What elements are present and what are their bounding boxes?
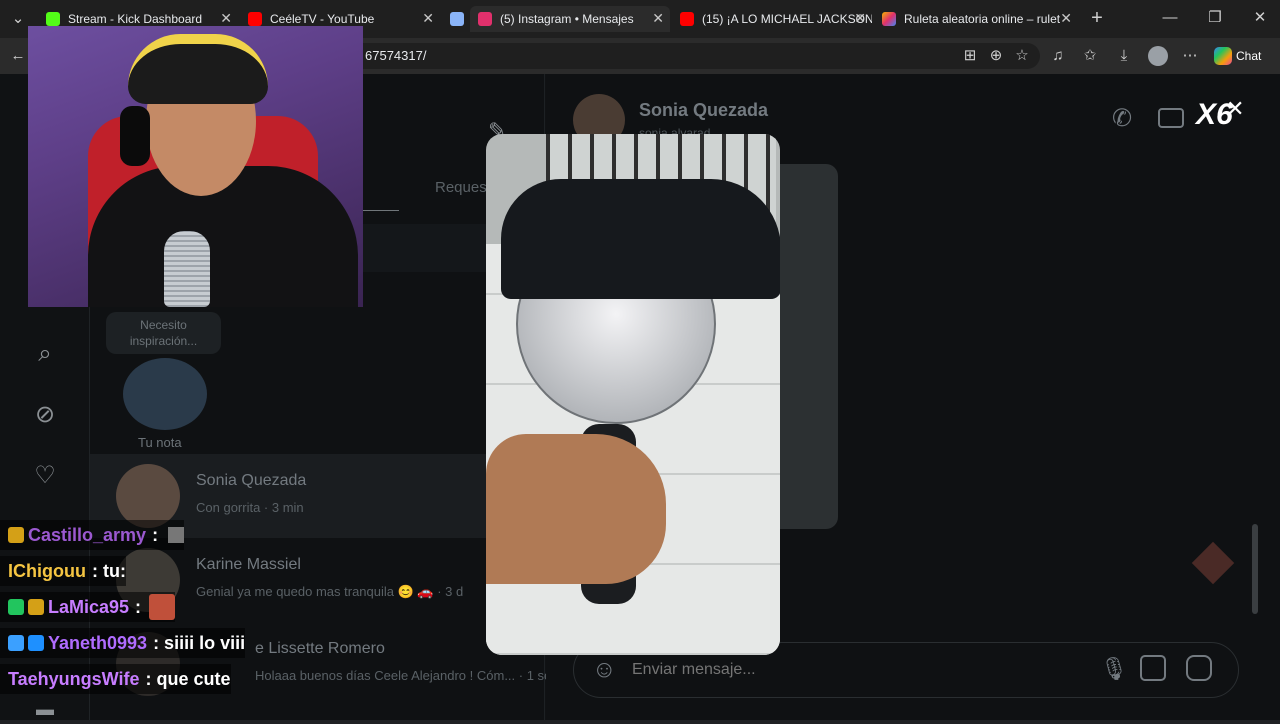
tab-instagram[interactable]: (5) Instagram • Mensajes ✕: [470, 6, 670, 32]
shared-photo[interactable]: [486, 134, 780, 655]
chat-message: : siiii lo viii: [153, 632, 246, 653]
close-viewer-icon[interactable]: ✕: [1226, 96, 1244, 122]
crown-badge-icon: [8, 527, 24, 543]
chat-username: IChigouu: [8, 560, 86, 581]
tab-title: Stream - Kick Dashboard: [68, 12, 203, 26]
chat-label: Chat: [1236, 49, 1262, 63]
og-badge-icon: [28, 635, 44, 651]
photo-black-cap: [501, 179, 780, 299]
webcam-microphone: [164, 231, 210, 307]
emoji-icon[interactable]: ☺: [592, 656, 617, 684]
chat-image-bg: [780, 164, 838, 529]
tab-icon: [450, 12, 464, 26]
webcam-overlay: [28, 26, 363, 307]
close-tab-icon[interactable]: ✕: [652, 10, 664, 27]
chat-line: Yaneth0993 : siiii lo viii: [0, 628, 246, 658]
chat-line: IChigouu : tu:: [0, 556, 126, 586]
chat-username: TaehyungsWife: [8, 668, 140, 689]
copilot-icon: [1214, 47, 1232, 65]
note-text: Necesito inspiración...: [129, 318, 198, 348]
tab-ruleta[interactable]: Ruleta aleatoria online – rulet ✕: [874, 6, 1078, 32]
chat-username: Yaneth0993: [48, 632, 148, 653]
close-tab-icon[interactable]: ✕: [1060, 10, 1072, 27]
chat-message: :: [135, 596, 142, 617]
ruleta-icon: [882, 12, 896, 26]
tab-underline: [361, 210, 399, 211]
green-badge-icon: [8, 599, 24, 615]
conversation-name: Sonia Quezada: [196, 472, 307, 489]
tab-title: (5) Instagram • Mensajes: [500, 12, 634, 26]
photo-hand: [486, 434, 666, 584]
crown-badge-icon: [28, 599, 44, 615]
close-tab-icon[interactable]: ✕: [220, 10, 232, 27]
tab-youtube-video[interactable]: (15) ¡A LO MICHAEL JACKSON ✕: [672, 6, 872, 32]
downloads-icon[interactable]: ⤓: [1114, 46, 1134, 66]
minimize-icon[interactable]: —: [1160, 8, 1180, 28]
compass-icon[interactable]: ⊘: [30, 400, 60, 430]
more-icon[interactable]: ⋯: [1180, 46, 1200, 66]
media-icon[interactable]: ♫: [1048, 46, 1068, 66]
restore-icon[interactable]: ❐: [1205, 8, 1225, 28]
chat-message: : tu:: [91, 560, 126, 581]
tab-title: Ruleta aleatoria online – rulet: [904, 12, 1061, 26]
youtube-icon: [680, 12, 694, 26]
sticker: [1191, 541, 1235, 585]
tab-title: (15) ¡A LO MICHAEL JACKSON: [702, 12, 872, 26]
heart-icon[interactable]: ♡: [30, 461, 60, 491]
chat-line: TaehyungsWife : que cute: [0, 664, 231, 694]
stream-chat-overlay: Castillo_army : IChigouu : tu: LaMica95 …: [0, 520, 370, 700]
chat-line: LaMica95 :: [0, 592, 176, 622]
instagram-icon: [478, 12, 492, 26]
tab-list-chevron-icon[interactable]: ⌄: [8, 9, 28, 29]
chat-header-name[interactable]: Sonia Quezada: [639, 100, 768, 121]
new-tab-icon[interactable]: +: [1087, 8, 1107, 28]
chat-line: Castillo_army :: [0, 520, 185, 550]
chat-username: LaMica95: [48, 596, 130, 617]
emote-icon: [168, 527, 185, 543]
webcam-headphones: [120, 106, 150, 166]
close-window-icon[interactable]: ✕: [1250, 8, 1270, 28]
emote-icon: [149, 594, 176, 620]
search-icon[interactable]: ⌕: [30, 339, 60, 369]
favorites-icon[interactable]: ✩: [1080, 46, 1100, 66]
video-call-icon[interactable]: [1158, 108, 1184, 128]
youtube-icon: [248, 12, 262, 26]
cube-badge-icon: [8, 635, 24, 651]
sticker-icon[interactable]: [1186, 655, 1212, 681]
avatar: [116, 464, 180, 528]
tab-title: CeéleTV - YouTube: [270, 12, 375, 26]
phone-icon[interactable]: ✆: [1112, 104, 1132, 133]
note-bubble: Necesito inspiración...: [106, 312, 221, 354]
conversation-preview: Con gorrita · 3 min: [196, 500, 304, 515]
close-tab-icon[interactable]: ✕: [422, 10, 434, 27]
kick-icon: [46, 12, 60, 26]
chat-message: :: [152, 524, 159, 545]
back-icon[interactable]: ←: [8, 46, 28, 66]
image-icon[interactable]: [1140, 655, 1166, 681]
copilot-chat-button[interactable]: Chat: [1214, 44, 1261, 68]
tab-requests[interactable]: Reques: [435, 179, 487, 196]
favorite-star-icon[interactable]: ☆: [1012, 46, 1032, 66]
zoom-icon[interactable]: ⊕: [986, 46, 1006, 66]
webcam-bandana: [128, 34, 268, 104]
message-input[interactable]: [632, 656, 1052, 684]
microphone-icon[interactable]: 🎙: [1100, 656, 1128, 682]
scrollbar[interactable]: [1252, 524, 1258, 614]
chat-message: : que cute: [145, 668, 231, 689]
chat-username: Castillo_army: [28, 524, 147, 545]
my-note-label: Tu nota: [138, 435, 182, 450]
my-note-avatar[interactable]: [123, 358, 207, 430]
tab-blank[interactable]: [442, 6, 470, 32]
app-available-icon[interactable]: ⊞: [960, 46, 980, 66]
profile-avatar[interactable]: [1148, 46, 1168, 66]
close-tab-icon[interactable]: ✕: [854, 10, 866, 27]
